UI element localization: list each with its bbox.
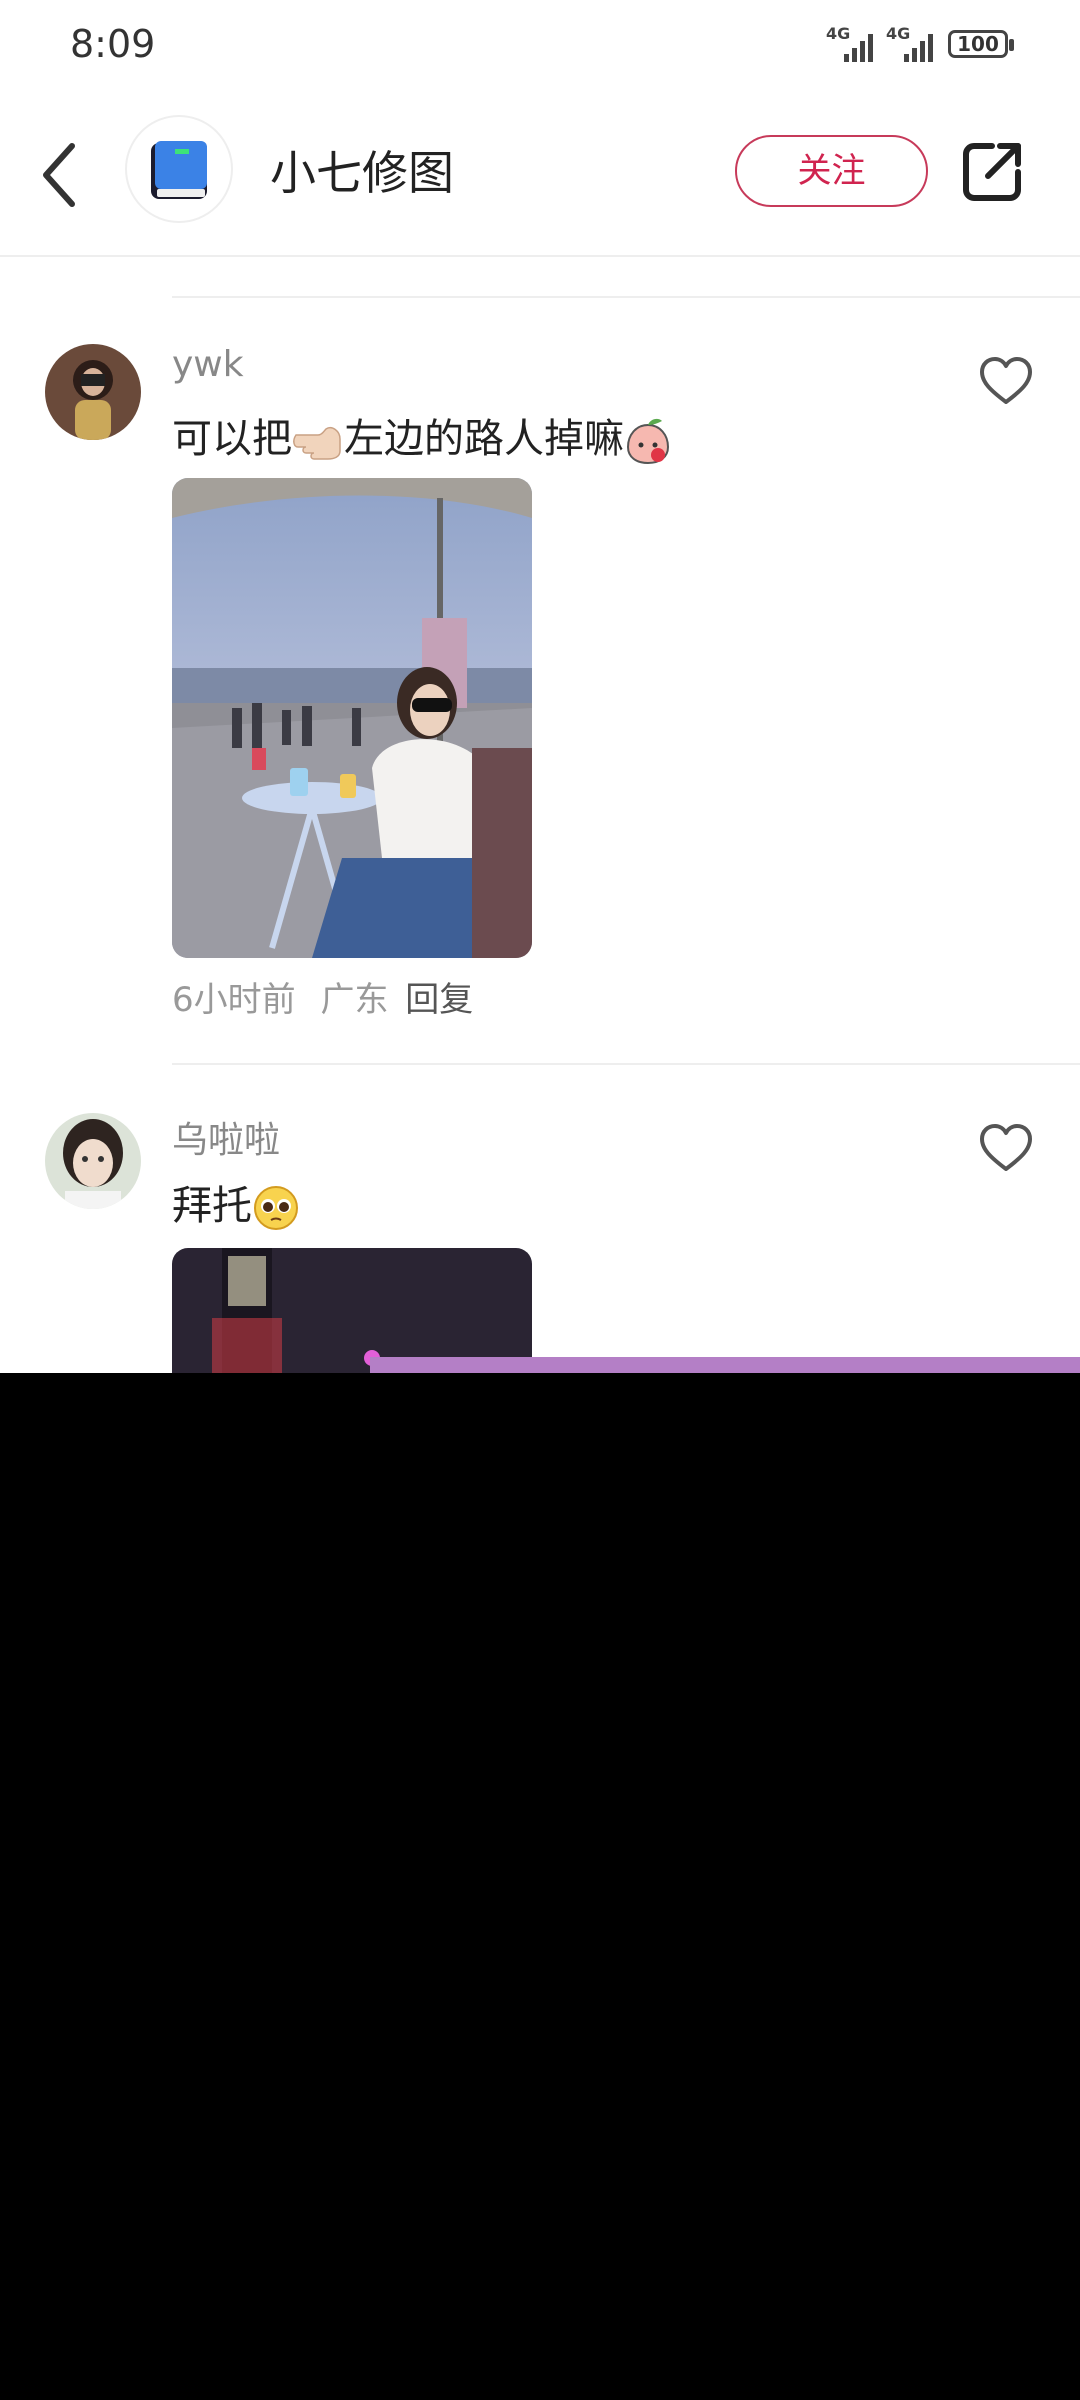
comment-text: 拜托 [172, 1173, 300, 1232]
signal-icon-1 [844, 34, 873, 62]
comment-text: 可以把 左边的路人掉嘛 [172, 406, 672, 465]
header: 小七修图 关注 [0, 95, 1080, 257]
comment-meta: 6小时前 广东 回复 [172, 972, 473, 1021]
screen: 8:09 4G 4G 100 小七修图 关注 ywk 可以把 左边的路人掉嘛 6… [0, 0, 1080, 1373]
comment-text-part: 可以把 [172, 416, 292, 462]
comment-username[interactable]: 乌啦啦 [172, 1111, 280, 1163]
reply-button[interactable]: 回复 [405, 980, 473, 1020]
signal-icon-2 [904, 34, 933, 62]
comment-time: 6小时前 [172, 980, 296, 1020]
heart-outline-icon[interactable] [978, 1123, 1034, 1173]
comment-photo[interactable] [172, 478, 532, 958]
avatar[interactable] [45, 344, 141, 440]
pointing-left-hand-icon [293, 427, 341, 460]
peach-emoji-icon [626, 418, 670, 465]
overlay-banner [370, 1357, 1080, 1373]
avatar[interactable] [125, 115, 233, 223]
list-item: ywk 可以把 左边的路人掉嘛 6小时前 广东 回复 [0, 296, 1080, 1062]
status-time: 8:09 [70, 22, 156, 66]
comment-location: 广东 [320, 980, 389, 1020]
comment-username[interactable]: ywk [172, 344, 244, 385]
status-bar: 8:09 4G 4G 100 [0, 0, 1080, 95]
heart-outline-icon[interactable] [978, 356, 1034, 406]
avatar[interactable] [45, 1113, 141, 1209]
follow-button[interactable]: 关注 [735, 135, 928, 207]
battery-icon: 100 [948, 30, 1014, 58]
comment-text-part: 拜托 [172, 1183, 252, 1229]
comment-photo[interactable] [172, 1248, 532, 1373]
page-title: 小七修图 [270, 146, 454, 200]
share-external-icon[interactable] [962, 140, 1024, 202]
chevron-left-icon[interactable] [40, 140, 80, 210]
blue-book-icon [151, 141, 207, 199]
comment-text-part: 左边的路人掉嘛 [344, 416, 624, 462]
pleading-face-emoji-icon [254, 1186, 298, 1230]
list-item: 乌啦啦 拜托 [0, 1063, 1080, 1373]
